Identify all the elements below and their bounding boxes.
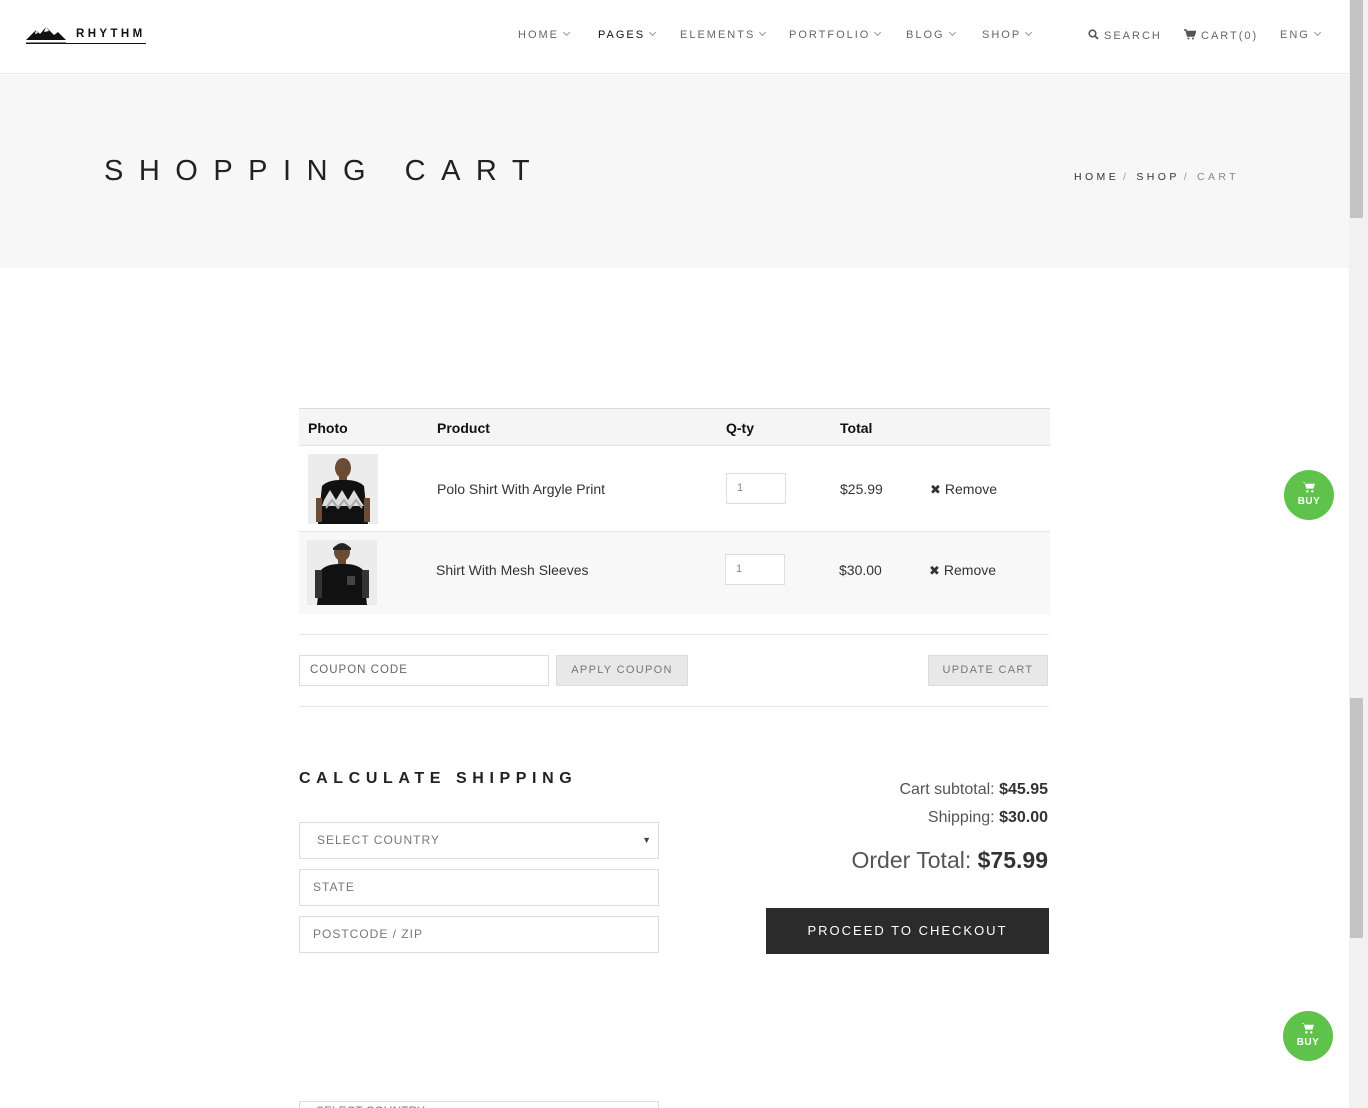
cart-label: CART(0) [1201, 30, 1259, 42]
breadcrumb-separator: / [1183, 171, 1187, 183]
chevron-down-icon [948, 28, 956, 37]
table-header: Photo Product Q-ty Total [299, 408, 1050, 446]
quantity-input[interactable]: 1 [726, 473, 786, 504]
chevron-down-icon [759, 28, 767, 37]
breadcrumb-shop[interactable]: SHOP [1136, 171, 1179, 183]
nav-item-shop[interactable]: SHOP [982, 28, 1033, 41]
table-row: Polo Shirt With Argyle Print 1 $25.99 ✖ R… [299, 446, 1050, 532]
line-total: $30.00 [839, 562, 882, 578]
product-photo[interactable] [307, 540, 377, 605]
cart-table: Photo Product Q-ty Total Polo Shirt With… [299, 408, 1050, 614]
divider [299, 706, 1049, 707]
shipping-cost: Shipping: $30.00 [928, 809, 1048, 827]
product-name-link[interactable]: Shirt With Mesh Sleeves [436, 562, 589, 578]
remove-item-button[interactable]: ✖ Remove [929, 562, 996, 579]
site-header: RHYTHM HOME PAGES ELEMENTS PORTFOLIO BLO… [0, 0, 1349, 74]
cart-icon [1301, 1023, 1314, 1034]
update-cart-button[interactable]: UPDATE CART [928, 655, 1048, 686]
cart-subtotal: Cart subtotal: $45.95 [899, 781, 1048, 799]
cart-icon [1184, 29, 1197, 40]
brand-logo[interactable]: RHYTHM [26, 24, 146, 46]
nav-item-pages[interactable]: PAGES [598, 28, 657, 41]
chevron-down-icon [1025, 28, 1033, 37]
remove-label: Remove [944, 481, 998, 497]
product-photo[interactable] [308, 454, 378, 524]
product-name-link[interactable]: Polo Shirt With Argyle Print [437, 481, 605, 497]
nav-label: ELEMENTS [680, 29, 756, 41]
nav-language[interactable]: ENG [1280, 28, 1321, 41]
page-title: SHOPPING CART [104, 155, 546, 187]
nav-item-home[interactable]: HOME [518, 28, 571, 41]
country-select[interactable]: SELECT COUNTRY ▼ [299, 822, 659, 859]
chevron-down-icon [874, 28, 882, 37]
nav-label: PAGES [598, 29, 646, 41]
nav-label: BLOG [906, 29, 945, 41]
calculate-shipping-heading: CALCULATE SHIPPING [299, 770, 578, 787]
divider [299, 634, 1049, 635]
close-icon: ✖ [929, 563, 940, 578]
nav-search[interactable]: SEARCH [1088, 29, 1162, 42]
shipping-label: Shipping: [927, 809, 995, 826]
nav-label: HOME [518, 29, 559, 41]
nav-cart[interactable]: CART(0) [1184, 29, 1258, 42]
brand-name: RHYTHM [76, 28, 146, 40]
subtotal-label: Cart subtotal: [899, 781, 995, 798]
breadcrumb-current: CART [1196, 171, 1239, 183]
apply-coupon-button[interactable]: APPLY COUPON [556, 655, 688, 686]
table-row: Shirt With Mesh Sleeves 1 $30.00 ✖ Remove [299, 532, 1050, 614]
search-icon [1088, 29, 1099, 40]
product-image [307, 540, 377, 605]
line-total: $25.99 [840, 481, 883, 497]
remove-item-button[interactable]: ✖ Remove [930, 481, 997, 498]
subtotal-value: $45.95 [999, 781, 1048, 798]
state-input[interactable]: STATE [299, 869, 659, 906]
scrollbar-thumb[interactable] [1350, 0, 1363, 218]
remove-label: Remove [943, 562, 997, 578]
order-total-label: Order Total: [851, 847, 972, 873]
column-header-product: Product [437, 420, 490, 436]
buy-label: BUY [1296, 1037, 1320, 1048]
nav-label: SHOP [982, 29, 1022, 41]
proceed-to-checkout-button[interactable]: PROCEED TO CHECKOUT [766, 908, 1049, 954]
buy-floating-button-bottom[interactable]: BUY [1283, 1011, 1333, 1061]
logo-underline [26, 43, 146, 44]
order-total: Order Total: $75.99 [852, 847, 1049, 874]
column-header-qty: Q-ty [726, 420, 754, 436]
page-title-band: SHOPPING CART HOME / SHOP / CART [0, 75, 1349, 268]
chevron-down-icon [562, 28, 571, 37]
lang-label: ENG [1280, 29, 1310, 41]
breadcrumb: HOME / SHOP / CART [1074, 171, 1239, 183]
postcode-input[interactable]: POSTCODE / ZIP [299, 916, 659, 953]
shipping-value: $30.00 [999, 809, 1048, 826]
country-select-duplicate[interactable]: SELECT COUNTRY [299, 1101, 659, 1108]
breadcrumb-home[interactable]: HOME [1074, 171, 1119, 183]
search-label: SEARCH [1104, 30, 1162, 42]
nav-item-blog[interactable]: BLOG [906, 28, 956, 41]
nav-item-elements[interactable]: ELEMENTS [680, 28, 767, 41]
breadcrumb-separator: / [1123, 171, 1127, 183]
order-total-value: $75.99 [977, 847, 1048, 873]
cart-icon [1302, 482, 1315, 493]
buy-label: BUY [1297, 496, 1321, 507]
coupon-code-input[interactable]: COUPON CODE [299, 655, 549, 686]
product-image [308, 454, 378, 524]
scrollbar-thumb-secondary[interactable] [1350, 698, 1363, 938]
dropdown-arrow-icon: ▼ [642, 835, 652, 845]
chevron-down-icon [649, 28, 657, 37]
quantity-input[interactable]: 1 [725, 554, 785, 585]
chevron-down-icon [1313, 28, 1321, 37]
nav-label: PORTFOLIO [789, 29, 871, 41]
country-select-value: SELECT COUNTRY [317, 833, 440, 847]
nav-item-portfolio[interactable]: PORTFOLIO [789, 28, 882, 41]
buy-floating-button[interactable]: BUY [1284, 470, 1334, 520]
column-header-total: Total [840, 420, 873, 436]
close-icon: ✖ [930, 482, 941, 497]
column-header-photo: Photo [308, 420, 348, 436]
